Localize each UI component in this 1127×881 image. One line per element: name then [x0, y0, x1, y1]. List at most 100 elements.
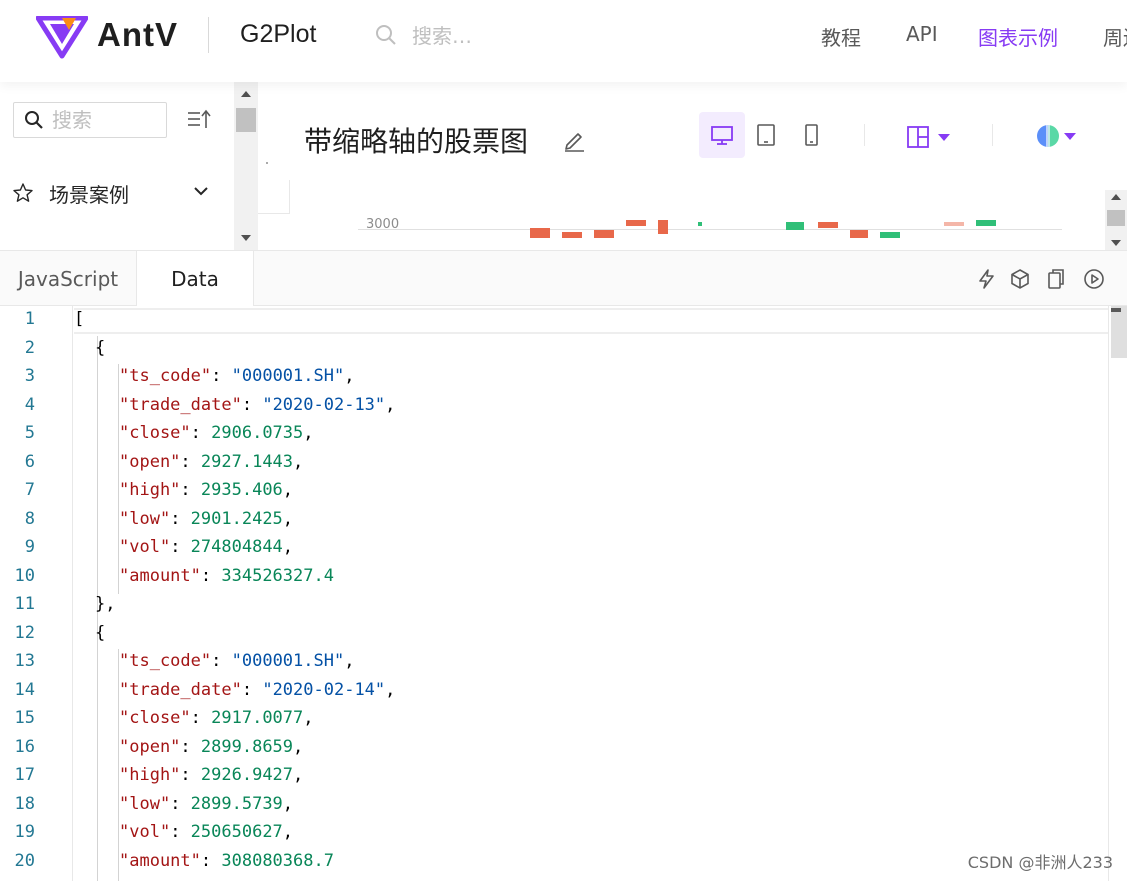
candlestick: [594, 230, 614, 238]
theme-switch-button[interactable]: [1034, 122, 1080, 150]
star-icon: [13, 183, 33, 202]
vol-value: 274804844: [190, 537, 283, 557]
edit-icon[interactable]: [562, 128, 586, 152]
candlestick: [976, 220, 996, 226]
code-line: "open": 2899.8659,: [119, 737, 304, 757]
code-editor[interactable]: 1 2 3 4 5 6 7 8 9 10 11 12 13 14 15 16 1…: [0, 306, 1127, 881]
tablet-view-button[interactable]: [743, 112, 789, 158]
code-line: "low": 2899.5739,: [119, 794, 294, 814]
collapse-all-icon[interactable]: [186, 108, 212, 132]
ts-code-value: 000001.SH: [241, 366, 334, 386]
candlestick: [562, 232, 582, 238]
vol-value: 250650627: [190, 822, 283, 842]
code-line: "vol": 274804844,: [119, 537, 294, 557]
lightning-icon[interactable]: [976, 268, 998, 290]
amount-value: 334526327.4: [221, 566, 334, 586]
line-number: 17: [14, 765, 35, 785]
trade-date-value: 2020-02-14: [272, 680, 375, 700]
preview-panel: 带缩略轴的股票图 3000: [258, 82, 1127, 250]
preview-scrollbar[interactable]: [1105, 190, 1127, 250]
low-value: 2901.2425: [190, 509, 283, 529]
candlestick: [530, 228, 550, 238]
ts-code-value: 000001.SH: [241, 651, 334, 671]
line-number: 7: [24, 480, 35, 500]
preview-dot: [266, 162, 268, 164]
tab-javascript[interactable]: JavaScript: [0, 251, 136, 306]
caret-down-icon: [938, 134, 950, 141]
preview-frame-edge: [258, 180, 290, 214]
layout-switch-button[interactable]: [906, 124, 954, 150]
candlestick: [944, 222, 964, 226]
nav-examples[interactable]: 图表示例: [978, 22, 1058, 51]
mobile-view-button[interactable]: [788, 112, 834, 158]
line-number: 14: [14, 680, 35, 700]
tab-data[interactable]: Data: [136, 251, 254, 307]
line-number: 18: [14, 794, 35, 814]
trade-date-value: 2020-02-13: [272, 395, 375, 415]
code-line: "amount": 308080368.7: [119, 851, 334, 871]
play-icon[interactable]: [1083, 268, 1105, 290]
scrollbar-thumb[interactable]: [1111, 306, 1127, 358]
scroll-up-arrow-icon[interactable]: [241, 91, 251, 97]
candlestick: [786, 222, 804, 230]
line-number: 5: [24, 423, 35, 443]
editor-scrollbar[interactable]: [1108, 306, 1127, 881]
layout-icon: [907, 126, 950, 148]
candlestick: [658, 220, 668, 234]
nav-api[interactable]: API: [906, 22, 938, 46]
line-number: 6: [24, 452, 35, 472]
chart-axis-label: 3000: [366, 217, 400, 232]
line-number: 8: [24, 509, 35, 529]
codesandbox-icon[interactable]: [1009, 268, 1031, 290]
header-search-input[interactable]: [412, 20, 562, 52]
open-value: 2927.1443: [200, 452, 294, 472]
sidebar-scrollbar[interactable]: [234, 82, 258, 250]
code-line: "vol": 250650627,: [119, 822, 294, 842]
line-number: 11: [14, 594, 35, 614]
scroll-down-arrow-icon[interactable]: [241, 235, 251, 241]
page-title: 带缩略轴的股票图: [304, 125, 529, 158]
code-line: [: [74, 309, 85, 329]
candlestick: [818, 222, 838, 228]
code-line: "open": 2927.1443,: [119, 452, 304, 472]
code-line: "high": 2935.406,: [119, 480, 294, 500]
scrollbar-thumb[interactable]: [1107, 210, 1125, 226]
line-number: 4: [24, 395, 35, 415]
desktop-icon: [711, 126, 733, 145]
sidebar-search[interactable]: [13, 102, 167, 138]
nav-ecosystem[interactable]: 周边: [1103, 22, 1127, 51]
editor-tabbar: JavaScript Data: [0, 250, 1127, 307]
scroll-up-arrow-icon[interactable]: [1111, 194, 1121, 200]
sidebar-item-scenarios[interactable]: 场景案例: [12, 178, 222, 208]
sidebar-search-input[interactable]: [52, 106, 162, 134]
candlestick: [850, 230, 868, 238]
line-number: 12: [14, 623, 35, 643]
nav-tutorial[interactable]: 教程: [821, 22, 861, 51]
candlestick: [626, 220, 646, 226]
top-header: AntV G2Plot 教程 API 图表示例 周边: [0, 0, 1127, 82]
scrollbar-thumb[interactable]: [236, 108, 256, 132]
line-number: 10: [14, 566, 35, 586]
chart-gridline: [358, 229, 1062, 230]
scroll-down-arrow-icon[interactable]: [1111, 240, 1121, 246]
scrollbar-cursor-marker: [1111, 308, 1121, 312]
line-number: 1: [24, 309, 35, 329]
code-line: "low": 2901.2425,: [119, 509, 294, 529]
chevron-down-icon[interactable]: [192, 182, 210, 200]
line-number: 2: [24, 338, 35, 358]
close-value: 2917.0077: [211, 708, 304, 728]
line-number: 16: [14, 737, 35, 757]
line-number: 19: [14, 822, 35, 842]
antv-logo-icon[interactable]: [36, 16, 88, 60]
product-name[interactable]: G2Plot: [240, 20, 316, 49]
copy-icon[interactable]: [1045, 268, 1067, 290]
mobile-icon: [805, 124, 818, 146]
search-icon: [25, 111, 43, 129]
code-content[interactable]: [ { "ts_code": "000001.SH", "trade_date"…: [74, 306, 1108, 881]
desktop-view-button[interactable]: [699, 112, 745, 158]
open-value: 2899.8659: [200, 737, 294, 757]
toolbar-divider: [992, 124, 993, 146]
brand-divider: [208, 17, 209, 53]
brand-name[interactable]: AntV: [97, 16, 178, 54]
code-line: },: [95, 594, 116, 614]
